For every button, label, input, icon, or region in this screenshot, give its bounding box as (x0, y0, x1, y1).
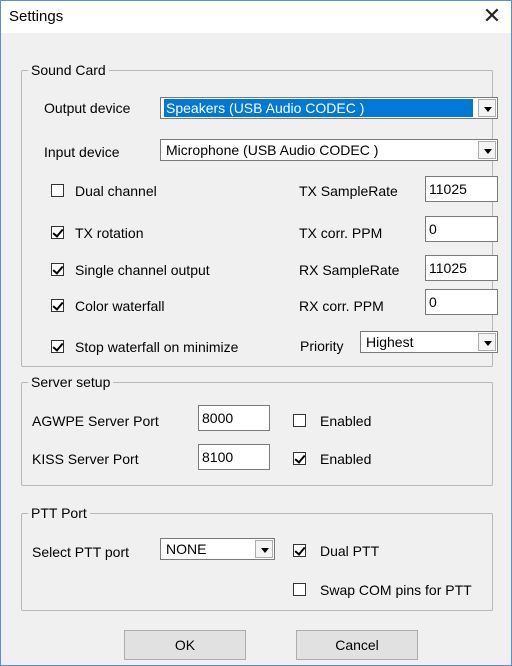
chevron-down-icon[interactable] (478, 333, 496, 351)
tx-rotation-label: TX rotation (75, 225, 144, 241)
priority-value: Highest (366, 334, 414, 350)
ok-button[interactable]: OK (124, 630, 246, 660)
single-channel-output-checkbox[interactable] (51, 263, 64, 276)
input-device-select[interactable]: Microphone (USB Audio CODEC ) (160, 139, 498, 161)
stop-waterfall-checkbox[interactable] (51, 340, 64, 353)
dual-channel-label: Dual channel (75, 183, 157, 199)
agwpe-enabled-label: Enabled (320, 413, 372, 429)
kiss-enabled-checkbox[interactable] (293, 452, 306, 465)
color-waterfall-label: Color waterfall (75, 298, 165, 314)
agwpe-enabled-checkbox[interactable] (293, 414, 306, 427)
dual-channel-checkbox[interactable] (51, 184, 64, 197)
select-ptt-port-label: Select PTT port (32, 544, 130, 560)
rx-ppm-label: RX corr. PPM (299, 298, 384, 314)
title-bar[interactable]: Settings ✕ (1, 1, 511, 33)
server-setup-group: Server setup (21, 373, 493, 486)
swap-com-pins-label: Swap COM pins for PTT (320, 582, 472, 598)
server-setup-legend: Server setup (28, 373, 114, 391)
chevron-down-icon[interactable] (255, 540, 273, 558)
single-channel-output-label: Single channel output (75, 262, 210, 278)
tx-ppm-label: TX corr. PPM (299, 225, 383, 241)
tx-samplerate-field[interactable] (425, 176, 498, 202)
output-device-label: Output device (44, 100, 131, 116)
input-device-label: Input device (44, 144, 120, 160)
rx-ppm-field[interactable] (425, 289, 498, 315)
rx-samplerate-field[interactable] (425, 255, 498, 281)
kiss-port-field[interactable] (198, 444, 270, 470)
tx-rotation-checkbox[interactable] (51, 226, 64, 239)
tx-samplerate-input[interactable] (426, 177, 497, 201)
kiss-port-label: KISS Server Port (32, 451, 139, 467)
agwpe-port-input[interactable] (199, 406, 269, 430)
chevron-down-icon[interactable] (478, 99, 496, 117)
tx-ppm-field[interactable] (425, 216, 498, 242)
output-device-value: Speakers (USB Audio CODEC ) (164, 99, 473, 117)
agwpe-port-field[interactable] (198, 405, 270, 431)
rx-ppm-input[interactable] (426, 290, 497, 314)
agwpe-port-label: AGWPE Server Port (32, 413, 159, 429)
stop-waterfall-label: Stop waterfall on minimize (75, 339, 239, 355)
cancel-button[interactable]: Cancel (296, 630, 418, 660)
dual-ptt-label: Dual PTT (320, 543, 380, 559)
color-waterfall-checkbox[interactable] (51, 299, 64, 312)
output-device-select[interactable]: Speakers (USB Audio CODEC ) (160, 97, 498, 119)
settings-dialog: Settings ✕ Sound Card Output device Spea… (0, 0, 512, 666)
priority-select[interactable]: Highest (360, 331, 498, 353)
sound-card-legend: Sound Card (28, 61, 109, 79)
swap-com-pins-checkbox[interactable] (293, 583, 306, 596)
kiss-port-input[interactable] (199, 445, 269, 469)
ptt-port-legend: PTT Port (28, 504, 90, 522)
ptt-port-value: NONE (166, 541, 207, 557)
dual-ptt-checkbox[interactable] (293, 544, 306, 557)
kiss-enabled-label: Enabled (320, 451, 372, 467)
rx-samplerate-label: RX SampleRate (299, 262, 400, 278)
chevron-down-icon[interactable] (478, 141, 496, 159)
input-device-value: Microphone (USB Audio CODEC ) (166, 142, 379, 158)
rx-samplerate-input[interactable] (426, 256, 497, 280)
tx-samplerate-label: TX SampleRate (299, 183, 398, 199)
window-title: Settings (9, 8, 64, 25)
priority-label: Priority (300, 338, 344, 354)
tx-ppm-input[interactable] (426, 217, 497, 241)
close-icon[interactable]: ✕ (477, 3, 507, 31)
ptt-port-select[interactable]: NONE (160, 538, 275, 560)
